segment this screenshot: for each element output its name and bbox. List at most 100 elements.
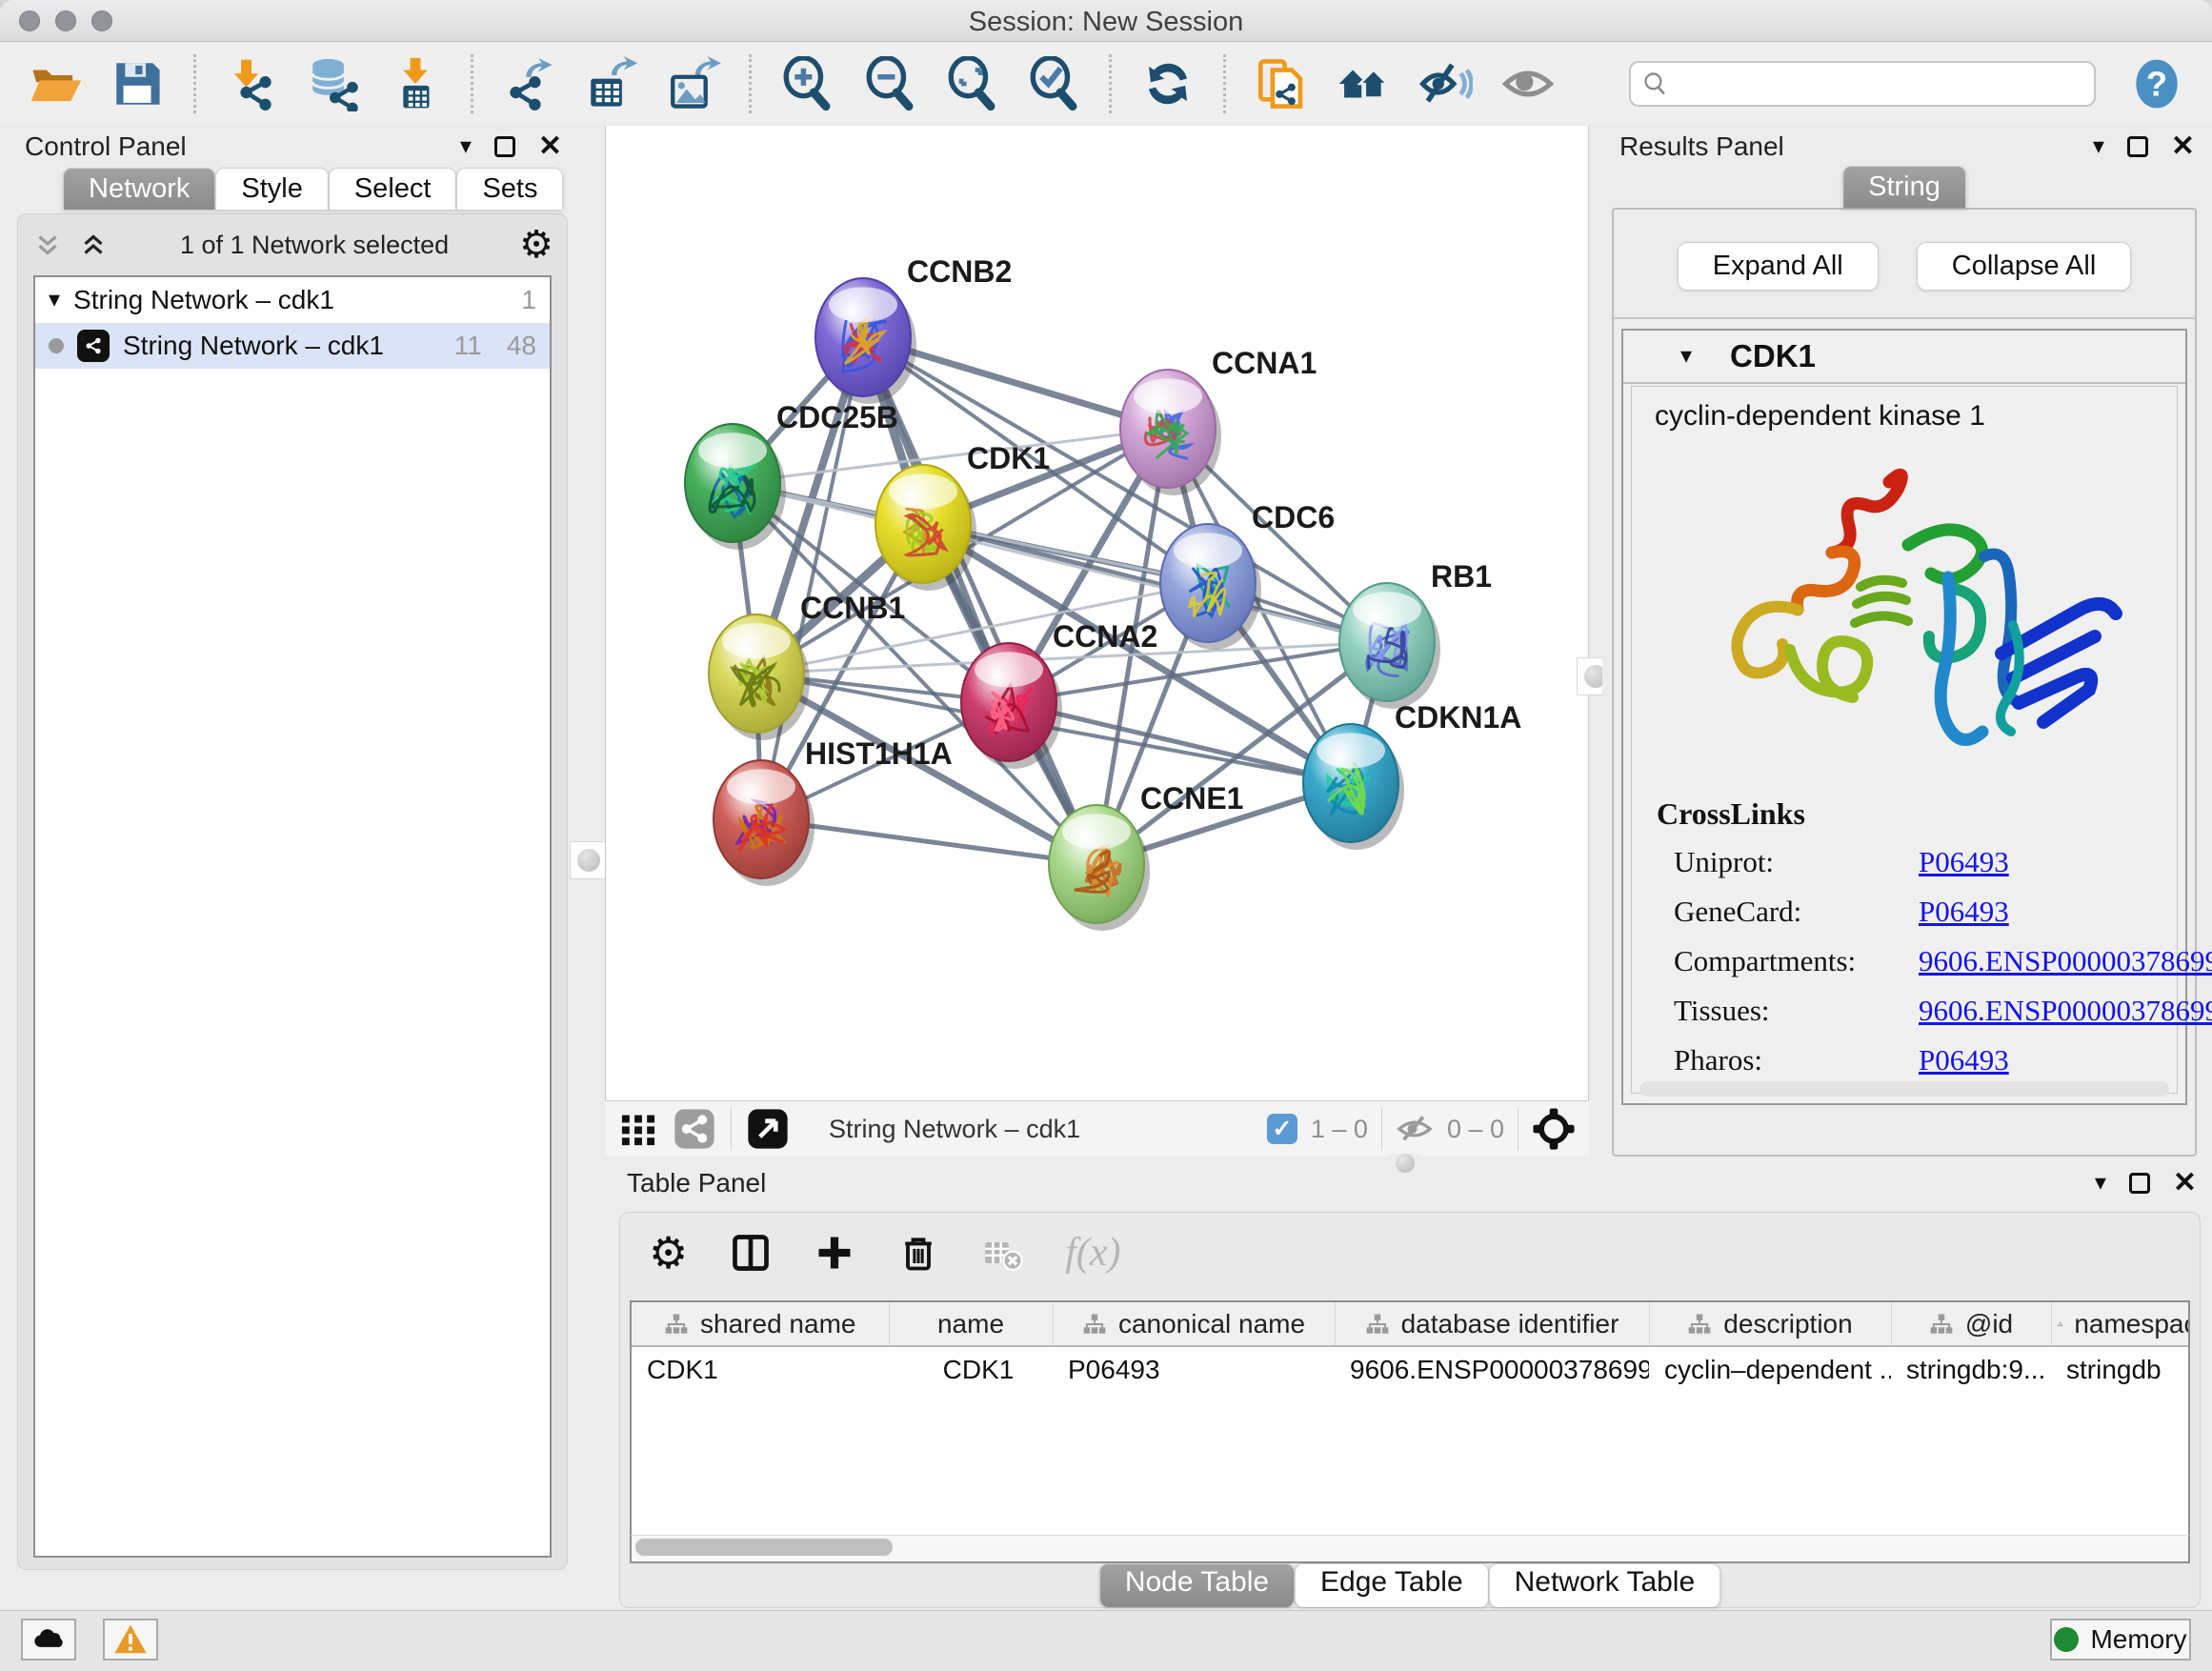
search-input[interactable] bbox=[1669, 69, 2082, 98]
network-canvas[interactable]: CCNB2CCNA1CDC25BCDK1CDC6RB1CCNB1CCNA2CDK… bbox=[605, 126, 1589, 1100]
table-cell[interactable]: stringdb bbox=[2051, 1346, 2190, 1392]
toolbar-separator bbox=[471, 54, 473, 113]
crosslink-row: Compartments:9606.ENSP00000378699 bbox=[1657, 944, 2212, 978]
show-columns-icon[interactable] bbox=[730, 1232, 772, 1274]
node-CCNA1[interactable]: CCNA1 bbox=[1120, 346, 1317, 495]
table-horizontal-scrollbar[interactable] bbox=[630, 1535, 2190, 1563]
grid-view-icon[interactable] bbox=[618, 1109, 658, 1149]
table-cell[interactable]: CDK1 bbox=[632, 1346, 889, 1392]
column-header[interactable]: name bbox=[889, 1302, 1053, 1346]
table-cell[interactable]: P06493 bbox=[1053, 1346, 1335, 1392]
crosslink-link[interactable]: P06493 bbox=[1919, 845, 2009, 878]
zoom-selected-button[interactable] bbox=[1019, 52, 1088, 115]
export-image-button[interactable] bbox=[659, 52, 728, 115]
birds-eye-view-icon[interactable] bbox=[1532, 1107, 1576, 1151]
tab-sets[interactable]: Sets bbox=[456, 168, 563, 210]
left-splitter-handle[interactable] bbox=[570, 841, 608, 879]
close-panel-icon[interactable]: ✕ bbox=[538, 132, 562, 161]
tab-node-table[interactable]: Node Table bbox=[1099, 1563, 1295, 1607]
crosslink-link[interactable]: 9606.ENSP00000378699 bbox=[1919, 944, 2212, 977]
tab-select[interactable]: Select bbox=[329, 168, 457, 210]
crosslink-label: Pharos: bbox=[1657, 1043, 1919, 1077]
network-options-gear-icon[interactable]: ⚙ bbox=[519, 226, 553, 264]
import-table-file-button[interactable] bbox=[381, 52, 450, 115]
float-panel-icon[interactable] bbox=[2129, 1173, 2150, 1194]
node-CDC6[interactable]: CDC6 bbox=[1160, 500, 1335, 650]
column-header[interactable]: database identifier bbox=[1335, 1302, 1649, 1346]
crosslink-link[interactable]: 9606.ENSP00000378699 bbox=[1919, 994, 2212, 1027]
table-options-gear-icon[interactable]: ⚙ bbox=[649, 1231, 688, 1275]
fit-content-icon[interactable] bbox=[747, 1108, 789, 1150]
export-network-button[interactable] bbox=[494, 52, 563, 115]
column-header[interactable]: description bbox=[1649, 1302, 1891, 1346]
network-badge-icon[interactable] bbox=[674, 1108, 715, 1150]
node-CCNA2[interactable]: CCNA2 bbox=[961, 619, 1157, 769]
export-table-button[interactable] bbox=[577, 52, 646, 115]
column-type-icon bbox=[664, 1312, 689, 1337]
node-CDKN1A[interactable]: CDKN1A bbox=[1303, 700, 1521, 850]
memory-button[interactable]: Memory bbox=[2050, 1619, 2191, 1661]
delete-table-icon[interactable] bbox=[981, 1232, 1023, 1274]
tab-edge-table[interactable]: Edge Table bbox=[1295, 1563, 1489, 1607]
network-collection-row[interactable]: ▾ String Network – cdk1 1 bbox=[35, 277, 550, 323]
node-CCNB1[interactable]: CCNB1 bbox=[709, 591, 905, 740]
show-selected-button[interactable] bbox=[1494, 52, 1562, 115]
gene-expander-icon[interactable]: ▾ bbox=[1680, 345, 1692, 368]
network-row[interactable]: String Network – cdk1 11 48 bbox=[35, 323, 550, 369]
tab-network-table[interactable]: Network Table bbox=[1489, 1563, 1721, 1607]
help-button[interactable]: ? bbox=[2122, 52, 2191, 115]
table-cell[interactable]: stringdb:9... bbox=[1891, 1346, 2051, 1392]
close-panel-icon[interactable]: ✕ bbox=[2171, 132, 2195, 161]
column-header[interactable]: canonical name bbox=[1053, 1302, 1335, 1346]
table-cell[interactable]: cyclin–dependent ... bbox=[1649, 1346, 1891, 1392]
column-header[interactable]: shared name bbox=[632, 1302, 889, 1346]
panel-menu-icon[interactable]: ▾ bbox=[2095, 1172, 2106, 1195]
table-cell[interactable]: 9606.ENSP00000378699 bbox=[1335, 1346, 1649, 1392]
tab-string[interactable]: String bbox=[1842, 166, 1966, 208]
node-CCNB2[interactable]: CCNB2 bbox=[815, 254, 1012, 404]
column-header[interactable]: @id bbox=[1891, 1302, 2051, 1346]
results-scrollbar[interactable] bbox=[1639, 1081, 2169, 1097]
float-panel-icon[interactable] bbox=[494, 136, 515, 157]
gene-section-header[interactable]: ▾ CDK1 bbox=[1623, 331, 2185, 384]
zoom-fit-button[interactable] bbox=[937, 52, 1006, 115]
panel-menu-icon[interactable]: ▾ bbox=[2093, 135, 2104, 158]
collapse-all-button[interactable]: Collapse All bbox=[1917, 242, 2132, 291]
warnings-button[interactable] bbox=[103, 1619, 158, 1661]
crosslink-link[interactable]: P06493 bbox=[1919, 895, 2009, 928]
cloud-status-button[interactable] bbox=[21, 1619, 76, 1661]
float-panel-icon[interactable] bbox=[2127, 136, 2148, 157]
zoom-in-button[interactable] bbox=[773, 52, 841, 115]
show-all-windows-button[interactable] bbox=[1329, 52, 1398, 115]
tab-network[interactable]: Network bbox=[63, 168, 215, 210]
column-header[interactable]: namespac bbox=[2051, 1302, 2190, 1346]
collection-expander-icon[interactable]: ▾ bbox=[49, 289, 60, 312]
node-HIST1H1A[interactable]: HIST1H1A bbox=[714, 736, 953, 886]
create-column-plus-icon[interactable] bbox=[814, 1232, 855, 1274]
node-RB1[interactable]: RB1 bbox=[1339, 559, 1492, 709]
import-network-file-button[interactable] bbox=[217, 52, 286, 115]
import-network-database-button[interactable] bbox=[299, 52, 368, 115]
collapse-all-icon[interactable] bbox=[31, 229, 64, 261]
scrollbar-thumb[interactable] bbox=[635, 1539, 893, 1556]
tab-style[interactable]: Style bbox=[215, 168, 328, 210]
panel-menu-icon[interactable]: ▾ bbox=[460, 135, 472, 158]
crosslink-link[interactable]: P06493 bbox=[1919, 1043, 2009, 1077]
copy-annotations-button[interactable] bbox=[1247, 52, 1316, 115]
function-builder-icon[interactable]: f(x) bbox=[1065, 1230, 1120, 1276]
table-row[interactable]: CDK1CDK1P064939606.ENSP00000378699cyclin… bbox=[632, 1346, 2190, 1392]
expand-all-icon[interactable] bbox=[77, 229, 110, 261]
zoom-out-button[interactable] bbox=[855, 52, 924, 115]
node-table[interactable]: shared namenamecanonical namedatabase id… bbox=[630, 1300, 2190, 1537]
selected-checkbox[interactable]: ✓ bbox=[1267, 1114, 1297, 1144]
close-panel-icon[interactable]: ✕ bbox=[2173, 1169, 2197, 1198]
refresh-view-button[interactable] bbox=[1133, 52, 1201, 115]
node-CCNE1[interactable]: CCNE1 bbox=[1049, 781, 1243, 931]
delete-column-trash-icon[interactable] bbox=[897, 1232, 939, 1274]
hide-selected-button[interactable] bbox=[1411, 52, 1479, 115]
open-session-button[interactable] bbox=[21, 52, 90, 115]
save-session-button[interactable] bbox=[103, 52, 171, 115]
search-field[interactable] bbox=[1629, 61, 2096, 107]
table-cell[interactable]: CDK1 bbox=[889, 1346, 1053, 1392]
expand-all-button[interactable]: Expand All bbox=[1678, 242, 1879, 291]
